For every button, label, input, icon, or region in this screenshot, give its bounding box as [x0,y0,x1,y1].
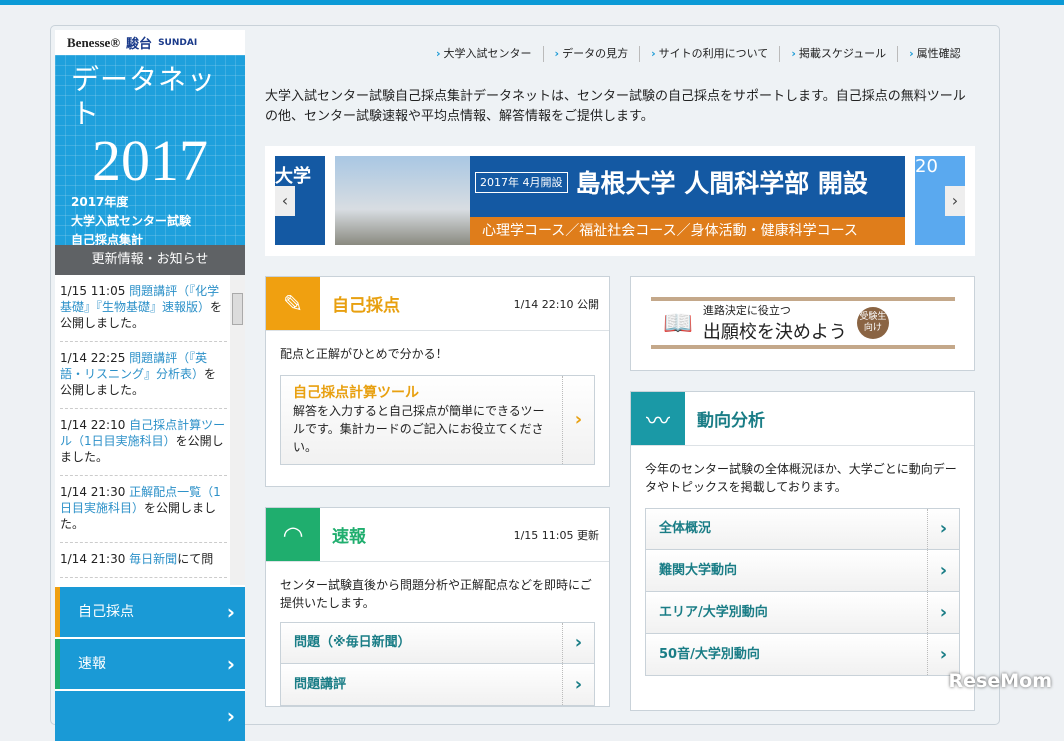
news-time: 1/14 22:25 [60,351,130,365]
nav-label: 大学入試センター [443,47,532,60]
news-time: 1/14 22:10 [60,418,130,432]
tool-title: 自己採点計算ツール [293,385,419,401]
nav-label: 掲載スケジュール [798,47,887,60]
chevron-right-icon: › [927,550,959,591]
card-desc: センター試験直後から問題分析や正解配点などを即時にご提供いたします。 [280,578,592,610]
logo[interactable]: Benesse® 駿台 SUNDAI [55,30,245,55]
ad-small-text: 進路決定に役立つ [702,304,791,317]
trend-card: 〰動向分析 今年のセンター試験の全体概況ほか、大学ごとに動向データやトピックスを… [630,391,975,711]
nav-link[interactable]: › 掲載スケジュール [780,46,899,62]
hero-line: 自己採点集計 [71,233,144,245]
nav-label: サイトの利用について [658,47,769,60]
sundai-logo: 駿台 [126,37,153,52]
item-label: 難関大学動向 [659,562,738,578]
card-date: 1/14 22:10 公開 [513,297,599,311]
ad-card: 📖 進路決定に役立つ出願校を決めよう 受験生向け [630,276,975,371]
chevron-right-icon: › [562,376,594,464]
item-label: 全体概況 [659,521,712,536]
news-time: 1/15 11:05 [60,284,130,298]
news-item: 1/14 22:10 自己採点計算ツール（1日目実施科目）を公開しました。 [60,409,227,476]
hero-banner[interactable]: データネット 2017 2017年度大学入試センター試験 自己採点集計 [55,55,245,245]
news-item: 1/15 11:05 問題講評（『化学基礎』『生物基礎』速報版）を公開しました。 [60,275,227,342]
item-label: 50音/大学別動向 [659,646,760,662]
news-heading: 更新情報・お知らせ [55,245,245,275]
trend-item[interactable]: 50音/大学別動向 › [645,634,960,676]
wifi-icon: ◠ [266,508,320,561]
building-photo [335,156,470,245]
top-bar [0,0,1064,5]
card-title: 自己採点 [332,296,400,316]
pencil-icon: ✎ [266,277,320,330]
card-desc: 今年のセンター試験の全体概況ほか、大学ごとに動向データやトピックスを掲載しており… [645,462,957,494]
news-text: にて問 [177,552,214,566]
nav-link[interactable]: › 大学入試センター [425,46,544,62]
news-scrollbar[interactable] [230,275,245,585]
card-desc: 配点と正解がひとめで分かる！ [280,347,448,361]
news-time: 1/14 21:30 [60,485,130,499]
banner-left-text: 大学 [275,166,311,187]
nav-link[interactable]: › データの見方 [544,46,641,62]
top-nav: › 大学入試センター › データの見方 › サイトの利用について › 掲載スケジュール … [425,46,972,62]
hero-title: データネット [71,63,217,130]
news-item: 1/14 22:25 問題講評（『英語・リスニング』分析表）を公開しました。 [60,342,227,409]
carousel-prev-arrow-icon[interactable]: ‹ [275,186,295,216]
banner-right-text: 20 [915,156,938,177]
hero-line: 2017年度 [71,195,129,209]
chevron-right-icon: › [562,664,594,705]
chevron-right-icon: › [927,634,959,675]
ad-big-text: 出願校を決めよう [702,322,847,343]
hero-line: 大学入試センター試験 [71,214,192,228]
benesse-logo: Benesse® [67,34,121,50]
news-list: 1/15 11:05 問題講評（『化学基礎』『生物基礎』速報版）を公開しました。… [55,275,245,585]
trend-item[interactable]: 全体概況 › [645,508,960,550]
sokuho-card: ◠ 速報 1/15 11:05 更新 センター試験直後から問題分析や正解配点などを即… [265,507,610,707]
item-label: 問題（※毎日新聞） [294,635,411,650]
banner-badge: 2017年 4月開設 [475,171,568,193]
news-item: 1/14 21:30 正解配点一覧（1日目実施科目）を公開しました。 [60,476,227,543]
side-menu-sokuho[interactable]: 速報 [55,639,245,689]
chart-line-icon: 〰 [631,392,685,445]
banner-carousel: 大学 2017年 4月開設 島根大学 人間科学部 開設 心理学コース／福祉社会コー… [265,146,975,256]
side-menu-jiko[interactable]: 自己採点 [55,587,245,637]
banner-title: 島根大学 人間科学部 開設 [575,169,868,198]
sokuho-item[interactable]: 問題（※毎日新聞） › [280,622,595,664]
nav-label: 属性確認 [916,47,961,60]
chevron-right-icon: › [927,509,959,549]
item-label: エリア/大学別動向 [659,604,768,620]
sundai-logo-en: SUNDAI [158,37,198,48]
nav-link[interactable]: › サイトの利用について [640,46,781,62]
chevron-right-icon: › [927,592,959,633]
tool-desc: 解答を入力すると自己採点が簡単にできるツールです。集計カードのご記入にお役立てく… [293,404,545,454]
card-title: 動向分析 [697,411,765,431]
news-time: 1/14 21:30 [60,552,130,566]
ad-banner[interactable]: 📖 進路決定に役立つ出願校を決めよう 受験生向け [651,297,955,349]
news-item: 1/14 21:30 毎日新聞にて問 [60,543,227,578]
intro-text: 大学入試センター試験自己採点集計データネットは、センター試験の自己採点をサポート… [265,89,966,124]
nav-label: データの見方 [562,47,629,60]
hero-year: 2017 [92,128,208,193]
scrollbar-thumb[interactable] [232,293,243,325]
book-icon: 📖 [663,309,693,337]
card-title: 速報 [332,527,366,547]
carousel-next-arrow-icon[interactable]: › [945,186,965,216]
trend-item[interactable]: 難関大学動向 › [645,550,960,592]
sidebar: Benesse® 駿台 SUNDAI データネット 2017 2017年度大学入… [55,30,245,741]
banner-subtitle: 心理学コース／福祉社会コース／身体活動・健康科学コース [470,217,905,245]
news-link[interactable]: 毎日新聞 [129,552,177,566]
item-label: 問題講評 [294,676,347,692]
banner-slide-current[interactable]: 2017年 4月開設 島根大学 人間科学部 開設 心理学コース／福祉社会コース／身… [335,156,905,245]
watermark: ReseMom [948,670,1052,692]
card-date: 1/15 11:05 更新 [513,528,599,542]
chevron-right-icon: › [562,623,594,663]
nav-link[interactable]: › 属性確認 [898,46,972,62]
trend-item[interactable]: エリア/大学別動向 › [645,592,960,634]
jiko-card: ✎ 自己採点 1/14 22:10 公開 配点と正解がひとめで分かる！ 自己採点計算… [265,276,610,487]
ad-badge: 受験生向け [856,307,889,339]
jiko-tool-link[interactable]: 自己採点計算ツール解答を入力すると自己採点が簡単にできるツールです。集計カードの… [280,375,595,465]
side-menu-more[interactable] [55,691,245,741]
